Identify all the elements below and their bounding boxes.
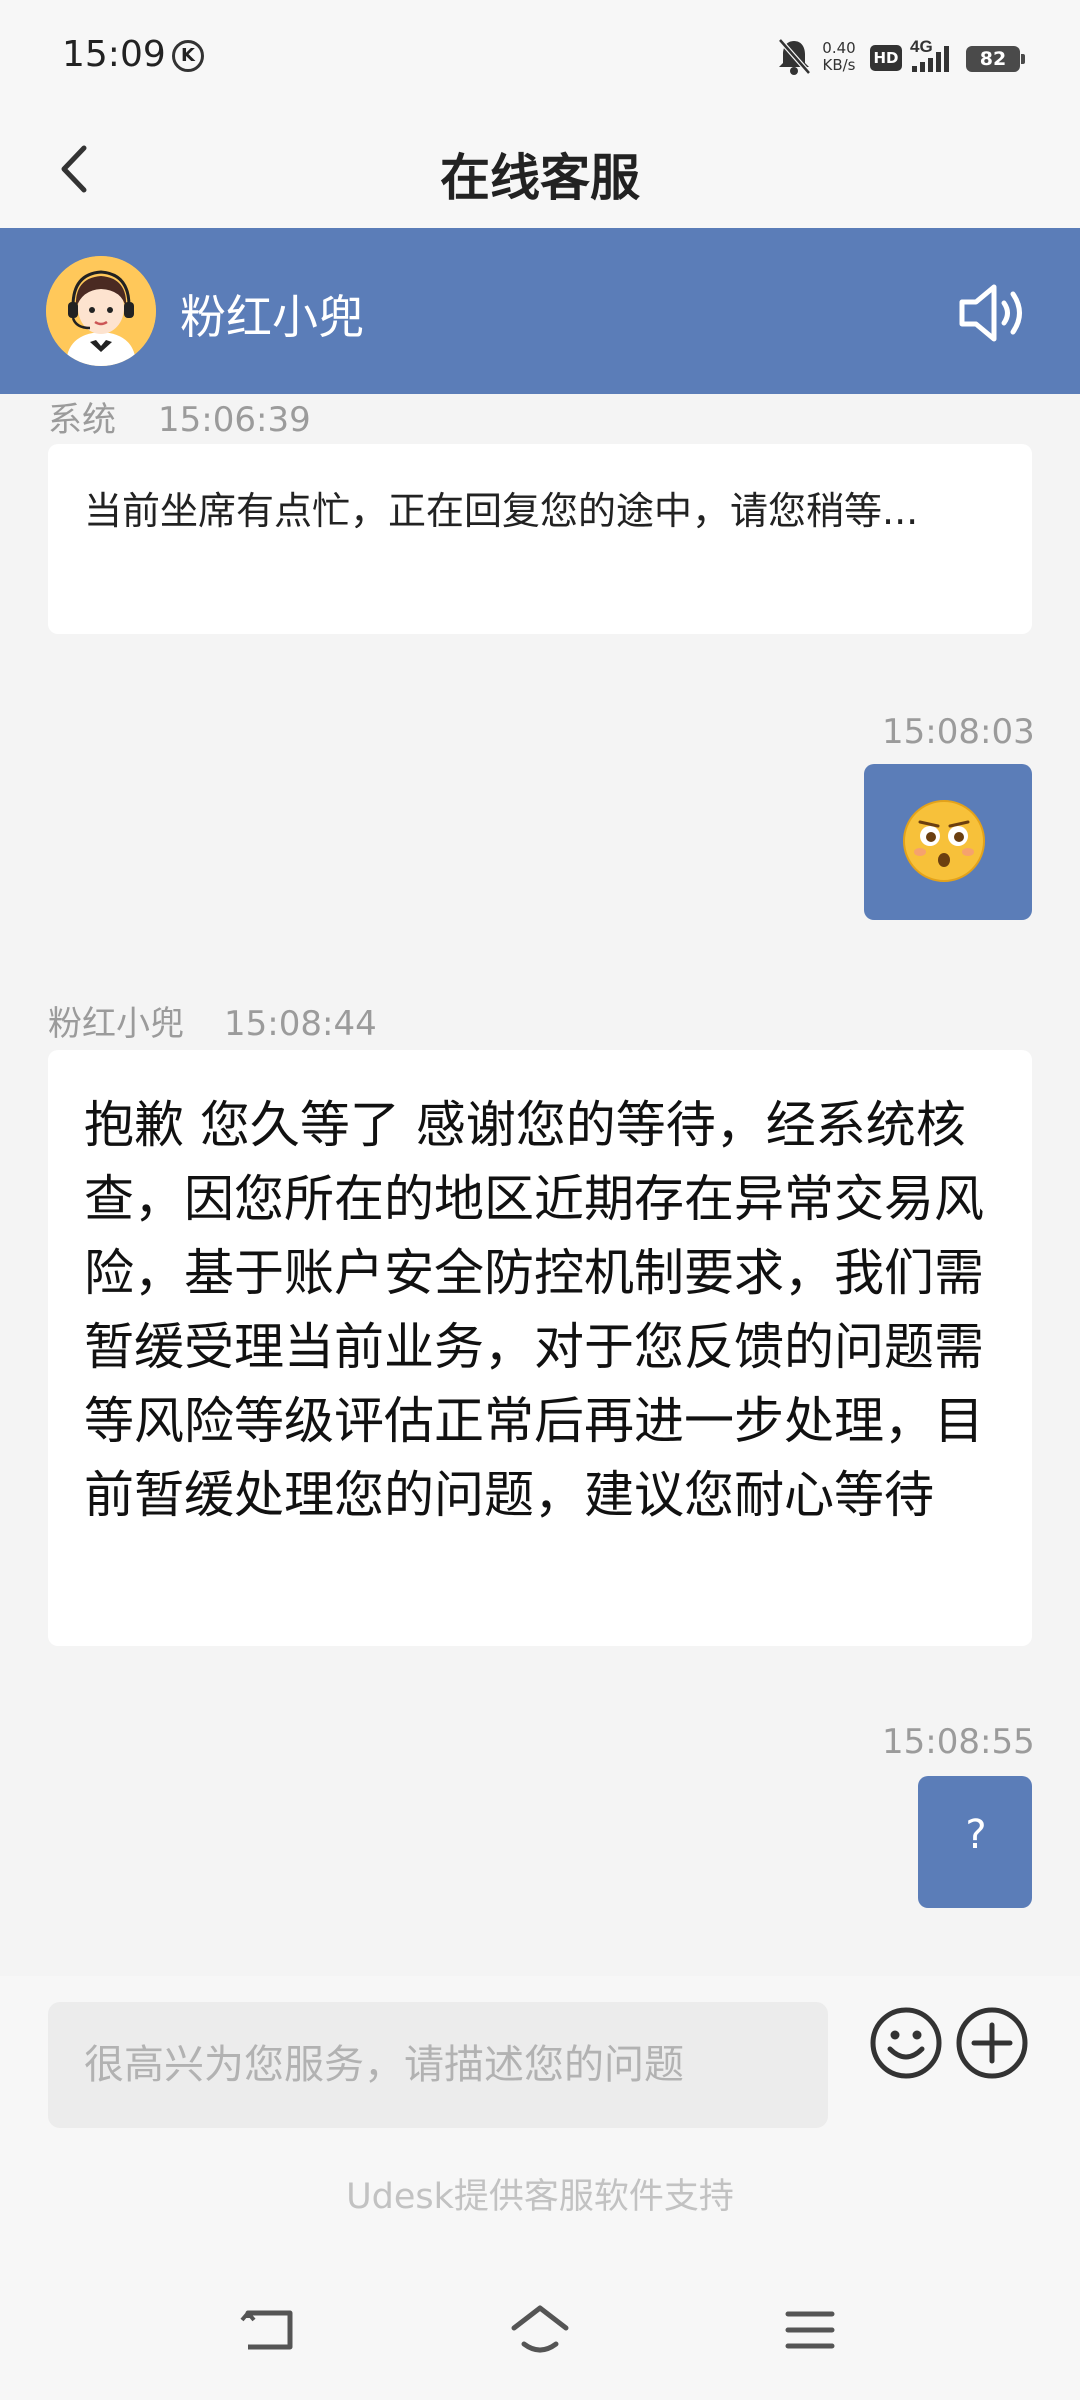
message-text: 当前坐席有点忙，正在回复您的途中，请您稍等...: [84, 489, 919, 533]
message-time: 15:08:55: [882, 1722, 1035, 1762]
emoji-icon[interactable]: [868, 2005, 944, 2081]
agent-name: 粉红小兜: [180, 290, 364, 344]
net-speed-value: 0.40: [822, 39, 856, 57]
flushed-face-emoji-icon: [903, 800, 985, 882]
message-text: 抱歉 您久等了 感谢您的等待，经系统核查，因您所在的地区近期存在异常交易风险，基…: [84, 1096, 984, 1524]
menu-nav-icon[interactable]: [780, 2300, 840, 2360]
net-speed: 0.40 KB/s: [818, 40, 860, 80]
plus-icon[interactable]: [954, 2005, 1030, 2081]
agent-avatar-icon: [46, 256, 156, 366]
agent-avatar: [46, 256, 156, 366]
powered-by-text: Udesk提供客服软件支持: [346, 2177, 734, 2217]
message-time: 15:08:03: [882, 712, 1035, 752]
battery-indicator: 82: [966, 46, 1025, 72]
signal-4g-icon: 4G: [910, 37, 949, 72]
agent-header: 粉红小兜: [0, 228, 1080, 394]
k-badge-icon: K: [172, 40, 204, 72]
bell-off-icon: [778, 38, 811, 75]
message-sender: 粉红小兜: [48, 1004, 184, 1044]
hd-badge: HD: [870, 45, 902, 71]
message-text: ?: [965, 1812, 987, 1858]
speaker-icon[interactable]: [956, 278, 1032, 348]
message-bubble-outgoing: [864, 764, 1032, 920]
status-time: 15:09: [62, 34, 166, 75]
message-input[interactable]: [48, 2002, 828, 2128]
network-label: 4G: [910, 37, 933, 56]
message-meta: 系统 15:06:39: [48, 392, 311, 441]
back-nav-icon[interactable]: [240, 2300, 300, 2360]
home-nav-icon[interactable]: [510, 2300, 570, 2360]
nav-bar: 在线客服: [0, 112, 1080, 228]
message-time: 15:06:39: [158, 400, 311, 440]
net-speed-unit: KB/s: [822, 56, 856, 74]
message-sender: 系统: [48, 400, 116, 440]
message-meta: 粉红小兜 15:08:44: [48, 996, 377, 1045]
status-bar: 15:09 K 0.40 KB/s HD 4G 82: [0, 0, 1080, 112]
page-title: 在线客服: [440, 149, 640, 207]
message-time: 15:08:44: [224, 1004, 377, 1044]
